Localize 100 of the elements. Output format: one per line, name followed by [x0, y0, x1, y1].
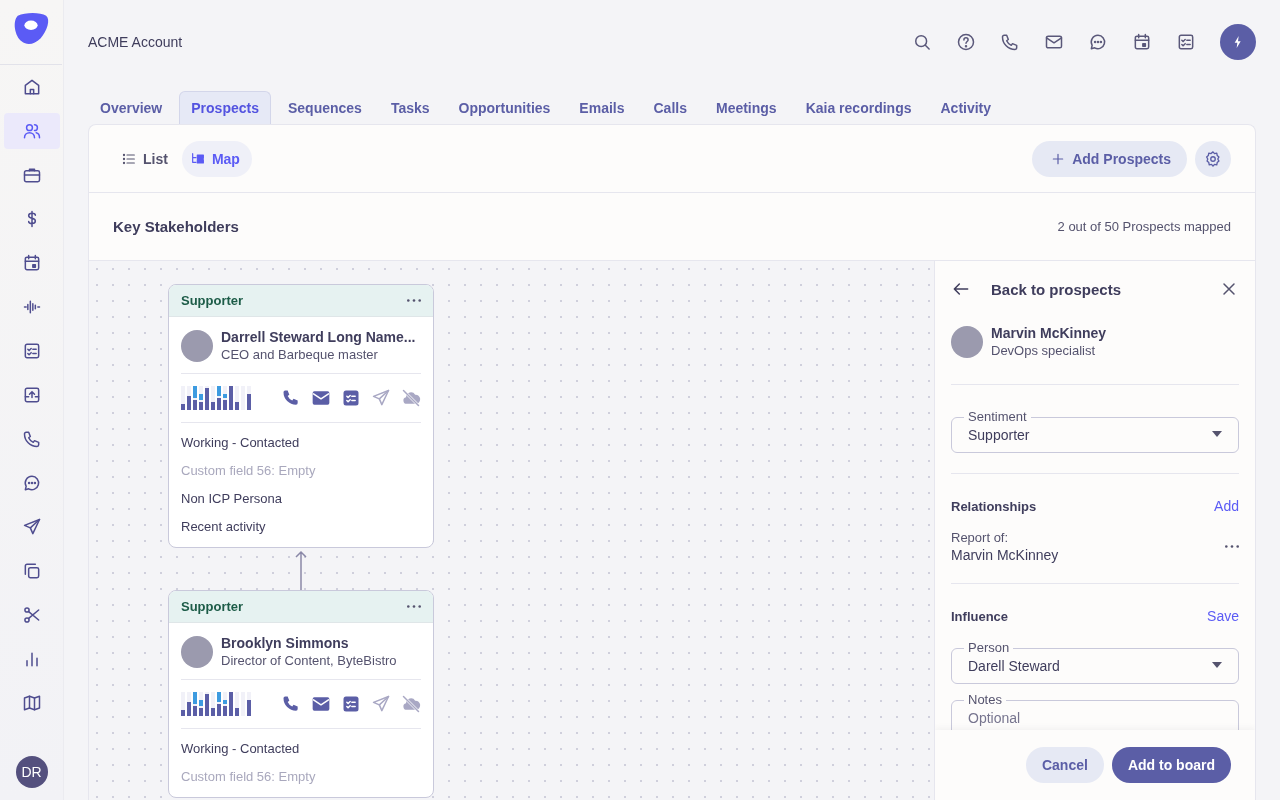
checklist-icon [1176, 32, 1196, 52]
person-name: Marvin McKinney [991, 325, 1107, 341]
more-button[interactable] [407, 299, 421, 302]
chat-icon [21, 473, 42, 493]
cloud-off-icon [401, 694, 421, 714]
tab[interactable]: Prospects [179, 91, 271, 124]
phone-button[interactable] [281, 694, 301, 714]
prospect-title: Director of Content, ByteBistro [221, 653, 397, 668]
notes-input[interactable]: Optional [968, 709, 1222, 726]
sentiment-label: Supporter [181, 293, 244, 308]
phone-icon [21, 429, 42, 449]
hierarchy-icon [189, 150, 206, 167]
view-list-button[interactable]: List [113, 140, 180, 177]
card-field: Working - Contacted [181, 735, 421, 763]
prospect-card[interactable]: Supporter Brooklyn Simmons Director of Content, ByteBistro Working - Contacted Custom field 56: Empty [168, 590, 434, 798]
phone-icon [1000, 32, 1020, 52]
tab[interactable]: Meetings [703, 91, 789, 124]
card-field: Recent activity [181, 513, 421, 541]
settings-icon [1204, 149, 1222, 168]
prospect-title: CEO and Barbeque master [221, 347, 379, 362]
caret-icon [1212, 661, 1222, 668]
sound-wave-icon [21, 297, 42, 317]
cloud-off-icon [401, 388, 421, 408]
activity-bars-drawing [181, 386, 251, 410]
people-icon [21, 121, 42, 141]
more-button[interactable] [1225, 545, 1239, 548]
add-prospects-button[interactable]: Add Prospects [1032, 140, 1187, 177]
relationship-name: Marvin McKinney [951, 547, 1059, 563]
phone-button[interactable] [281, 388, 301, 408]
tab[interactable]: Sequences [275, 91, 374, 124]
sidebar-item[interactable] [3, 113, 60, 149]
avatar-placeholder [951, 325, 983, 358]
section-title: Key Stakeholders [113, 218, 239, 235]
add-link[interactable]: Add [1214, 498, 1239, 514]
tab[interactable]: Activity [928, 91, 1004, 124]
prospect-name[interactable]: Darrell Steward Long Name... [221, 329, 416, 345]
more-icon [407, 605, 421, 608]
avatar-placeholder [181, 329, 213, 362]
phone-button[interactable] [1000, 32, 1020, 52]
section-title: Relationships [951, 498, 1037, 514]
tab[interactable]: Overview [88, 91, 175, 124]
send-icon [371, 694, 391, 714]
avatar-placeholder [181, 635, 213, 668]
checklist-icon [341, 694, 361, 714]
help-icon [956, 32, 976, 52]
scissors-icon [21, 605, 42, 625]
tab[interactable]: Opportunities [446, 91, 563, 124]
help-button[interactable] [956, 32, 976, 52]
task-button[interactable] [341, 388, 361, 408]
section-title: Influence [951, 608, 1009, 624]
prospect-name[interactable]: Brooklyn Simmons [221, 635, 397, 651]
connector-arrow [295, 550, 307, 590]
save-link[interactable]: Save [1207, 608, 1239, 624]
send-icon [21, 517, 42, 537]
calendar-button[interactable] [1132, 32, 1152, 52]
person-title: DevOps specialist [991, 343, 1097, 358]
chat-button[interactable] [1088, 32, 1108, 52]
mail-icon [1044, 32, 1064, 52]
search-icon [912, 32, 932, 52]
mail-button[interactable] [1044, 32, 1064, 52]
view-map-button[interactable]: Map [181, 140, 252, 177]
sentiment-dropdown[interactable]: Sentiment Supporter [951, 409, 1239, 453]
email-button[interactable] [311, 694, 331, 714]
back-button[interactable]: Back to prospects [951, 279, 1122, 299]
more-button[interactable] [407, 605, 421, 608]
tab[interactable]: Emails [567, 91, 637, 124]
mapped-count: 2 out of 50 Prospects mapped [1057, 219, 1231, 234]
phone-icon [281, 694, 301, 714]
person-dropdown[interactable]: Person Darell Steward [951, 640, 1239, 684]
mail-icon [311, 694, 331, 714]
email-button[interactable] [311, 388, 331, 408]
bolt-button[interactable] [1220, 24, 1256, 60]
briefcase-icon [21, 165, 42, 185]
tab[interactable]: Tasks [378, 91, 442, 124]
prospect-card[interactable]: Supporter Darrell Steward Long Name... CEO and Barbeque master Working - Contacted Custom field 56: Empty Non ICP Persona Recent activity [168, 284, 434, 548]
sentiment-label: Supporter [181, 599, 244, 614]
card-field: Non ICP Persona [181, 485, 421, 513]
user-avatar[interactable]: DR [15, 756, 48, 788]
cancel-button[interactable]: Cancel [1025, 747, 1104, 783]
phone-icon [281, 388, 301, 408]
tab[interactable]: Calls [641, 91, 699, 124]
settings-button[interactable] [1195, 140, 1231, 177]
checklist-icon [341, 388, 361, 408]
mail-icon [311, 388, 331, 408]
card-field: Custom field 56: Empty [181, 763, 421, 791]
add-to-board-button[interactable]: Add to board [1111, 747, 1231, 783]
account-title: ACME Account [88, 34, 183, 50]
checklist-button[interactable] [1176, 32, 1196, 52]
more-icon [407, 299, 421, 302]
search-button[interactable] [912, 32, 932, 52]
calendar-icon [1132, 32, 1152, 52]
tab[interactable]: Kaia recordings [793, 91, 924, 124]
more-icon [1225, 545, 1239, 548]
chat-icon [1088, 32, 1108, 52]
task-button[interactable] [341, 694, 361, 714]
card-field: Working - Contacted [181, 429, 421, 457]
card-field: Custom field 56: Empty [181, 457, 421, 485]
relationship-label: Report of: [951, 530, 1010, 545]
caret-icon [1212, 430, 1222, 437]
send-icon [371, 388, 391, 408]
